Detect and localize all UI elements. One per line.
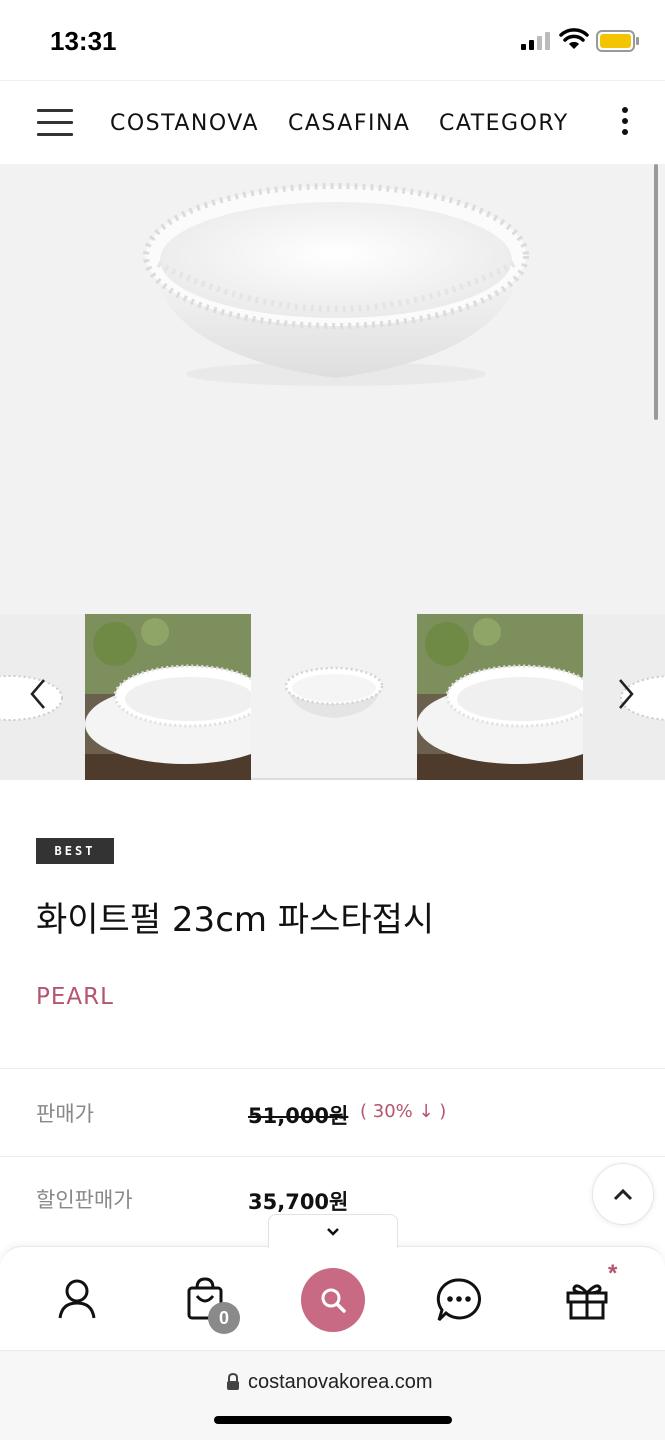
thumbnail-1[interactable] [85,614,251,780]
top-navigation: COSTANOVA CASAFINA CATEGORY [0,80,665,164]
discount-rate: ( 30% ↓ ) [360,1101,447,1122]
browser-address-bar[interactable]: costanovakorea.com [0,1350,665,1440]
home-indicator[interactable] [214,1416,452,1424]
thumbnail-2-active[interactable] [251,614,417,780]
toolbar-collapse-tab[interactable] [268,1214,398,1248]
gift-new-marker: * [608,1260,618,1287]
battery-icon [596,30,639,52]
nav-link-category[interactable]: CATEGORY [439,111,569,136]
wifi-icon [559,28,589,49]
best-badge: BEST [36,838,114,864]
nav-link-casafina[interactable]: CASAFINA [288,111,410,136]
chevron-down-icon [327,1227,339,1236]
chevron-up-icon [613,1188,633,1201]
pasta-bowl-illustration [143,183,529,386]
menu-icon[interactable] [37,109,73,137]
chevron-left-icon[interactable] [24,674,54,714]
sale-price: 35,700원 [248,1190,349,1214]
product-title: 화이트펄 23cm 파스타접시 [36,900,435,940]
scroll-to-top-button[interactable] [592,1163,654,1225]
thumbnail-3[interactable] [417,614,583,780]
divider [0,1156,665,1157]
nav-link-costanova[interactable]: COSTANOVA [110,111,259,136]
status-time: 13:31 [50,26,117,56]
search-icon [321,1288,346,1313]
status-bar: 13:31 [0,0,665,80]
more-icon[interactable] [619,107,631,139]
url-text[interactable]: costanovakorea.com [248,1371,433,1394]
product-main-image[interactable] [0,164,665,614]
original-price: 51,000원 [248,1104,349,1128]
chat-icon[interactable] [435,1276,483,1324]
lock-icon [227,1373,239,1390]
cart-count-badge: 0 [208,1302,240,1334]
thumbnail-carousel [0,614,665,780]
user-icon[interactable] [53,1276,101,1324]
price-label: 판매가 [36,1102,94,1126]
chevron-right-icon[interactable] [612,674,642,714]
search-button[interactable] [301,1268,365,1332]
cellular-signal-icon [521,32,550,50]
gift-icon[interactable] [563,1276,611,1324]
product-collection[interactable]: PEARL [36,984,114,1010]
divider [0,1068,665,1069]
image-scrollbar[interactable] [654,164,658,420]
sale-price-label: 할인판매가 [36,1188,133,1212]
